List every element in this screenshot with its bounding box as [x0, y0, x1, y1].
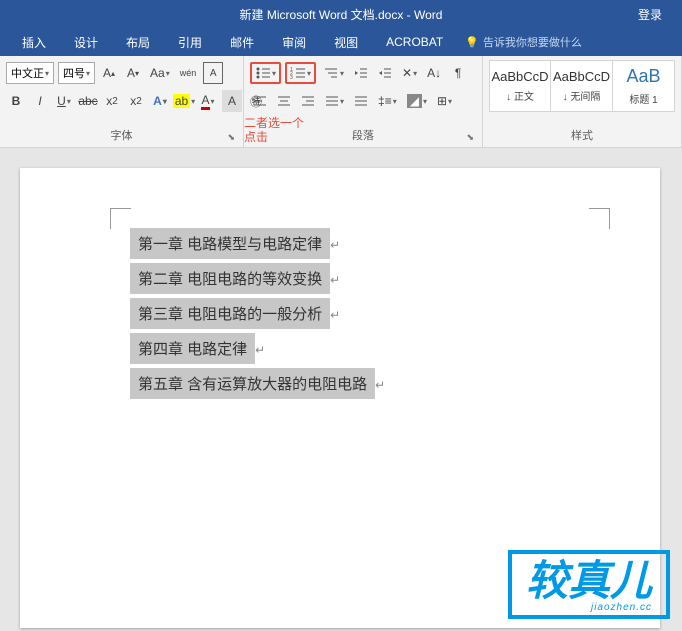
paragraph-mark-icon: ↵ — [330, 238, 340, 252]
paragraph-mark-icon: ↵ — [330, 273, 340, 287]
titlebar: 新建 Microsoft Word 文档.docx - Word 登录 — [0, 0, 682, 28]
subscript-button[interactable]: x2 — [102, 90, 122, 112]
toc-line-1[interactable]: 第一章 电路模型与电路定律 — [130, 228, 330, 259]
tab-insert[interactable]: 插入 — [8, 28, 60, 57]
tell-me-label: 告诉我你想要做什么 — [483, 34, 582, 50]
window-title: 新建 Microsoft Word 文档.docx - Word — [240, 6, 443, 23]
bullets-button[interactable]: ▾ — [250, 62, 281, 84]
style-no-spacing[interactable]: AaBbCcD ↓ 无间隔 — [551, 60, 613, 112]
superscript-button[interactable]: x2 — [126, 90, 146, 112]
tab-view[interactable]: 视图 — [320, 28, 372, 57]
styles-gallery: AaBbCcD ↓ 正文 AaBbCcD ↓ 无间隔 AaB 标题 1 — [489, 60, 675, 112]
toc-line-4[interactable]: 第四章 电路定律 — [130, 333, 255, 364]
tab-review[interactable]: 审阅 — [268, 28, 320, 57]
bullets-icon — [255, 66, 271, 80]
font-dialog-launcher-icon[interactable]: ⬊ — [227, 132, 235, 143]
multilevel-list-button[interactable]: ▾ — [320, 62, 347, 84]
paragraph-mark-icon: ↵ — [255, 343, 265, 357]
change-case-button[interactable]: Aa▾ — [147, 62, 173, 84]
character-border-button[interactable]: A — [203, 62, 223, 84]
decrease-indent-button[interactable] — [351, 62, 371, 84]
tab-layout[interactable]: 布局 — [112, 28, 164, 57]
styles-group: AaBbCcD ↓ 正文 AaBbCcD ↓ 无间隔 AaB 标题 1 样式 — [483, 56, 682, 147]
font-size-combo[interactable]: 四号▾ — [58, 62, 95, 84]
align-left-icon — [253, 95, 267, 107]
paragraph-mark-icon: ↵ — [375, 378, 385, 392]
font-color-button[interactable]: A▾ — [198, 90, 218, 112]
tell-me-search[interactable]: 💡 告诉我你想要做什么 — [465, 34, 582, 50]
align-center-icon — [277, 95, 291, 107]
grow-font-button[interactable]: A▴ — [99, 62, 119, 84]
multilevel-list-icon — [323, 66, 339, 80]
annotation-text: 二者选一个点击 — [244, 116, 304, 145]
distributed-button[interactable] — [351, 90, 371, 112]
shrink-font-button[interactable]: A▾ — [123, 62, 143, 84]
style-heading-1[interactable]: AaB 标题 1 — [613, 60, 675, 112]
phonetic-guide-button[interactable]: wén — [177, 62, 200, 84]
increase-indent-button[interactable] — [375, 62, 395, 84]
borders-button[interactable]: ⊞▾ — [434, 90, 455, 112]
lightbulb-icon: 💡 — [465, 36, 479, 49]
bold-button[interactable]: B — [6, 90, 26, 112]
shading-button[interactable]: ◢▾ — [404, 90, 430, 112]
tab-design[interactable]: 设计 — [60, 28, 112, 57]
character-shading-button[interactable]: A — [222, 90, 242, 112]
ribbon: 中文正▾ 四号▾ A▴ A▾ Aa▾ wén A B I U▾ abc x2 x… — [0, 56, 682, 148]
align-center-button[interactable] — [274, 90, 294, 112]
strikethrough-button[interactable]: abc — [78, 90, 98, 112]
show-paragraph-marks-button[interactable]: ¶ — [448, 62, 468, 84]
toc-line-2[interactable]: 第二章 电阻电路的等效变换 — [130, 263, 330, 294]
tab-mailings[interactable]: 邮件 — [216, 28, 268, 57]
asian-layout-button[interactable]: ✕▾ — [399, 62, 420, 84]
align-right-icon — [301, 95, 315, 107]
line-spacing-button[interactable]: ‡≡▾ — [375, 90, 400, 112]
numbering-button[interactable]: 123 ▾ — [285, 62, 316, 84]
page[interactable]: 第一章 电路模型与电路定律↵ 第二章 电阻电路的等效变换↵ 第三章 电阻电路的一… — [20, 168, 660, 628]
paragraph-dialog-launcher-icon[interactable]: ⬊ — [466, 132, 474, 143]
ribbon-tabs: 插入 设计 布局 引用 邮件 审阅 视图 ACROBAT 💡 告诉我你想要做什么 — [0, 28, 682, 56]
font-group-label: 字体 ⬊ — [6, 125, 237, 145]
svg-text:3: 3 — [290, 75, 293, 80]
justify-icon — [325, 95, 339, 107]
font-name-combo[interactable]: 中文正▾ — [6, 62, 54, 84]
align-right-button[interactable] — [298, 90, 318, 112]
styles-group-label: 样式 — [489, 125, 675, 145]
font-group: 中文正▾ 四号▾ A▴ A▾ Aa▾ wén A B I U▾ abc x2 x… — [0, 56, 244, 147]
align-left-button[interactable] — [250, 90, 270, 112]
login-link[interactable]: 登录 — [638, 6, 662, 23]
highlight-button[interactable]: ab▾ — [174, 90, 194, 112]
tab-references[interactable]: 引用 — [164, 28, 216, 57]
justify-button[interactable]: ▾ — [322, 90, 347, 112]
text-effects-button[interactable]: A▾ — [150, 90, 170, 112]
sort-button[interactable]: A↓ — [424, 62, 444, 84]
tab-acrobat[interactable]: ACROBAT — [372, 29, 457, 55]
increase-indent-icon — [378, 66, 392, 80]
decrease-indent-icon — [354, 66, 368, 80]
italic-button[interactable]: I — [30, 90, 50, 112]
paragraph-mark-icon: ↵ — [330, 308, 340, 322]
toc-content: 第一章 电路模型与电路定律↵ 第二章 电阻电路的等效变换↵ 第三章 电阻电路的一… — [130, 228, 590, 403]
style-normal[interactable]: AaBbCcD ↓ 正文 — [489, 60, 551, 112]
toc-line-5[interactable]: 第五章 含有运算放大器的电阻电路 — [130, 368, 375, 399]
toc-line-3[interactable]: 第三章 电阻电路的一般分析 — [130, 298, 330, 329]
underline-button[interactable]: U▾ — [54, 90, 74, 112]
document-area[interactable]: 第一章 电路模型与电路定律↵ 第二章 电阻电路的等效变换↵ 第三章 电阻电路的一… — [0, 148, 682, 631]
numbering-icon: 123 — [290, 66, 306, 80]
distributed-icon — [354, 95, 368, 107]
